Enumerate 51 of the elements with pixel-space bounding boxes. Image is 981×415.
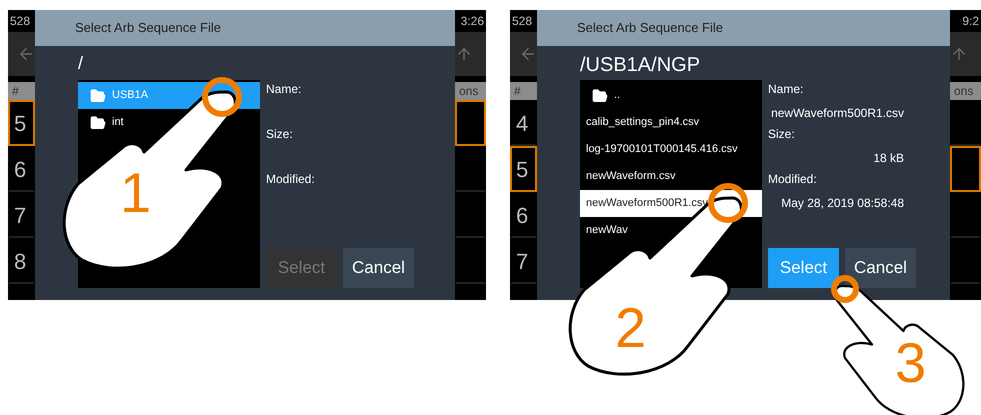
row-number: 5 [516,156,528,184]
status-text: 528 [10,13,30,30]
row-number: 8 [14,248,26,276]
file-item[interactable]: log-19700101T000145.416.csv [580,136,762,163]
row-number: 5 [14,110,26,138]
dialog-title: Select Arb Sequence File [75,19,221,38]
step-number: 2 [615,300,646,356]
column-header: # [514,83,521,100]
column-header: ons [954,83,974,100]
info-label: Name: [266,81,302,98]
info-label: Name: [768,81,804,98]
folder-item[interactable]: .. [580,82,762,109]
row-number: 4 [516,110,528,138]
table-row[interactable]: 5 [510,146,537,192]
file-item[interactable]: calib_settings_pin4.csv [580,109,762,136]
toolbar-button[interactable] [950,32,981,76]
folder-icon [592,88,608,104]
step-number: 3 [895,335,926,391]
row-number: 6 [516,202,528,230]
info-label: Modified: [266,171,315,188]
toolbar-button[interactable] [510,32,537,76]
folder-item[interactable]: int [78,109,260,136]
folder-icon [90,88,106,104]
status-text: 9:2 [962,13,979,30]
toolbar-button[interactable] [455,32,486,76]
table-row[interactable]: 5 [8,100,35,146]
toolbar-button[interactable] [8,32,35,76]
row-number: 6 [14,156,26,184]
row-number: 7 [516,248,528,276]
dialog-title: Select Arb Sequence File [577,19,723,38]
cancel-button[interactable]: Cancel [845,248,916,288]
column-header: # [12,83,19,100]
status-text: 3:26 [460,13,484,30]
info-label: Size: [768,126,795,143]
folder-icon [90,114,106,130]
info-value: newWaveform500R1.csv [771,105,905,122]
current-path: /USB1A/NGP [580,53,702,78]
info-label: Size: [266,126,293,143]
table-row[interactable] [950,146,981,192]
file-item[interactable]: newWav [580,217,762,244]
current-path: / [78,52,84,75]
cancel-button[interactable]: Cancel [343,248,414,288]
row-number: 7 [14,202,26,230]
status-text: 528 [512,13,532,30]
info-value: May 28, 2019 08:58:48 [781,195,905,212]
info-value: 18 kB [873,150,905,167]
table-row[interactable] [455,100,486,146]
step-number: 1 [120,165,152,221]
column-header: ons [459,83,478,100]
file-item[interactable]: newWaveform.csv [580,163,762,190]
info-label: Modified: [768,171,817,188]
